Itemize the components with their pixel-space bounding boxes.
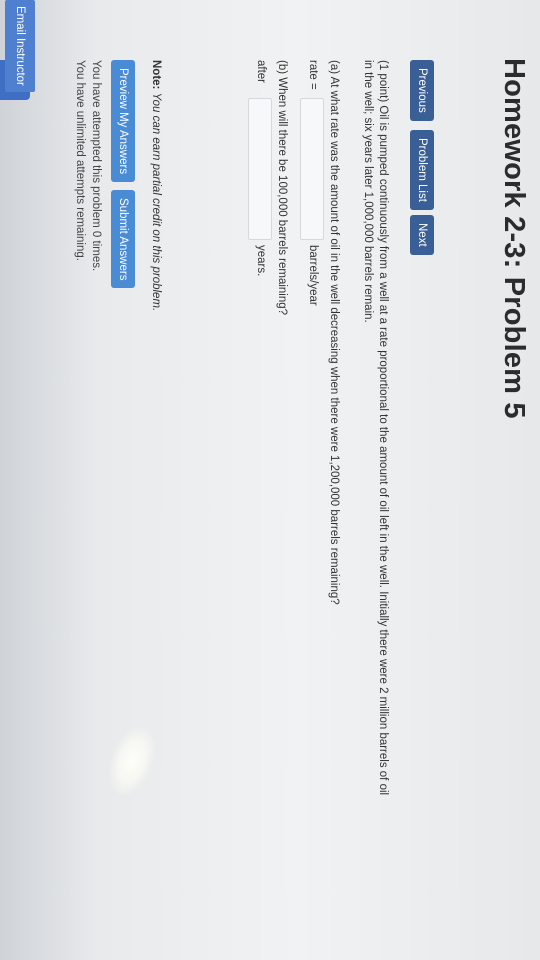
part-b-units: years. (255, 245, 267, 277)
note-label: Note: (150, 60, 162, 90)
part-b-prefix: after (255, 60, 267, 84)
attempts-count: You have attempted this problem 0 times. (90, 60, 102, 272)
next-button[interactable]: Next (410, 215, 434, 255)
homework-page: Homework 2-3: Problem 5 Previous Problem… (0, 0, 540, 960)
part-a-question: (a) At what rate was the amount of oil i… (328, 60, 340, 605)
screen-photo: Homework 2-3: Problem 5 Previous Problem… (0, 0, 540, 960)
email-instructor-button[interactable]: Email Instructor (5, 0, 35, 92)
note-text: You can earn partial credit on this prob… (150, 92, 162, 312)
attempts-info: You have attempted this problem 0 times.… (72, 60, 104, 271)
problem-statement: (1 point) Oil is pumped continuously fro… (360, 60, 390, 880)
previous-button[interactable]: Previous (410, 60, 434, 121)
attempts-remaining: You have unlimited attempts remaining. (74, 60, 86, 261)
page-title: Homework 2-3: Problem 5 (498, 58, 530, 419)
rate-input[interactable] (300, 98, 324, 240)
years-input[interactable] (248, 98, 272, 240)
part-a-prefix: rate = (307, 60, 319, 90)
note: Note: You can earn partial credit on thi… (150, 60, 162, 311)
part-b-question: (b) When will there be 100,000 barrels r… (276, 60, 288, 316)
part-a-units: barrels/year (307, 245, 319, 306)
problem-statement-line1: (1 point) Oil is pumped continuously fro… (377, 60, 389, 796)
preview-answers-button[interactable]: Preview My Answers (111, 60, 135, 183)
submit-answers-button[interactable]: Submit Answers (111, 190, 135, 289)
problem-statement-line2: in the well; six years later 1,000,000 b… (362, 60, 374, 323)
problem-list-button[interactable]: Problem List (410, 130, 434, 210)
